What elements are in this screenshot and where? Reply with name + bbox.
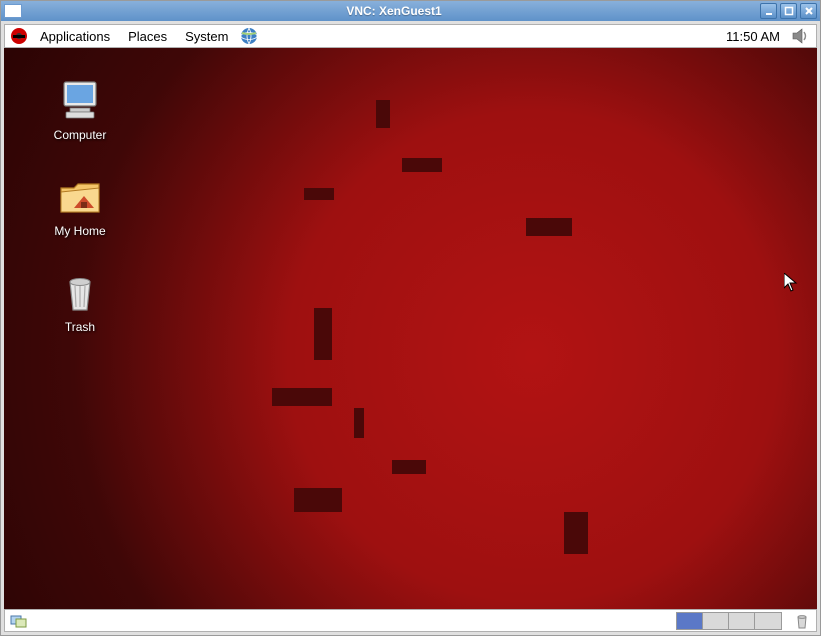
desktop[interactable]: Computer My Home Trash xyxy=(4,48,817,609)
close-icon xyxy=(804,6,814,16)
desktop-icon-computer[interactable]: Computer xyxy=(32,76,128,142)
mouse-cursor xyxy=(784,273,798,293)
trash-icon xyxy=(56,268,104,316)
distro-icon[interactable] xyxy=(9,26,29,46)
minimize-button[interactable] xyxy=(760,3,777,19)
computer-icon xyxy=(56,76,104,124)
workspace-switcher xyxy=(676,612,782,630)
volume-icon[interactable] xyxy=(790,26,812,46)
top-panel: Applications Places System 11:50 AM xyxy=(4,24,817,48)
workspace-2[interactable] xyxy=(703,613,729,629)
trash-tray-icon[interactable] xyxy=(792,611,812,631)
maximize-button[interactable] xyxy=(780,3,797,19)
desktop-icon-trash[interactable]: Trash xyxy=(32,268,128,334)
workspace-4[interactable] xyxy=(755,613,781,629)
window-controls xyxy=(760,3,817,19)
window-body: Applications Places System 11:50 AM xyxy=(1,21,820,635)
close-button[interactable] xyxy=(800,3,817,19)
desktop-icon-computer-label: Computer xyxy=(54,128,107,142)
vnc-window: VNC: XenGuest1 Applications Places Syste… xyxy=(0,0,821,636)
desktop-icon-trash-label: Trash xyxy=(65,320,95,334)
workspace-3[interactable] xyxy=(729,613,755,629)
window-title: VNC: XenGuest1 xyxy=(28,4,760,18)
menu-applications[interactable]: Applications xyxy=(33,27,117,46)
desktop-icons: Computer My Home Trash xyxy=(32,76,128,334)
maximize-icon xyxy=(784,6,794,16)
window-titlebar[interactable]: VNC: XenGuest1 xyxy=(1,1,820,21)
window-icon xyxy=(4,4,22,18)
minimize-icon xyxy=(764,6,774,16)
browser-icon[interactable] xyxy=(239,26,259,46)
panel-clock[interactable]: 11:50 AM xyxy=(720,29,786,44)
workspace-1[interactable] xyxy=(677,613,703,629)
menu-places[interactable]: Places xyxy=(121,27,174,46)
menu-system[interactable]: System xyxy=(178,27,235,46)
bottom-panel xyxy=(4,609,817,632)
show-desktop-button[interactable] xyxy=(9,611,29,631)
home-folder-icon xyxy=(56,172,104,220)
desktop-icon-my-home[interactable]: My Home xyxy=(32,172,128,238)
desktop-icon-my-home-label: My Home xyxy=(54,224,105,238)
